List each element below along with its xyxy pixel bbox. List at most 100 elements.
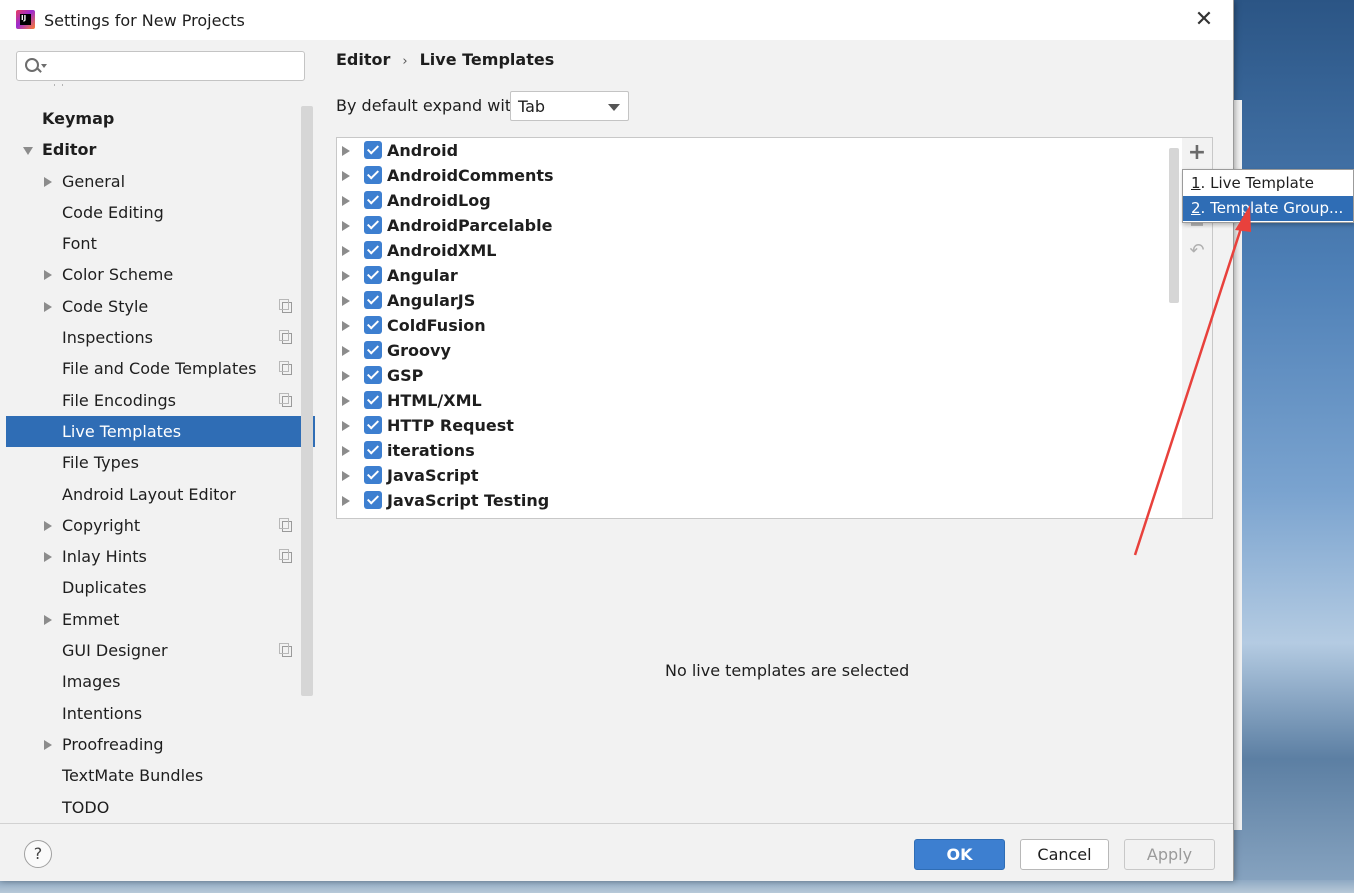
chevron-right-icon[interactable] — [44, 301, 52, 312]
chevron-right-icon[interactable] — [342, 421, 350, 431]
sidebar-item-textmate-bundles[interactable]: TextMate Bundles — [6, 760, 315, 791]
template-group-row[interactable]: Groovy — [337, 338, 1183, 363]
chevron-right-icon[interactable] — [342, 146, 350, 156]
chevron-right-icon[interactable] — [342, 321, 350, 331]
sidebar-item-label: Keymap — [42, 109, 115, 128]
chevron-right-icon[interactable] — [342, 271, 350, 281]
sidebar-item-images[interactable]: Images — [6, 666, 315, 697]
group-name: Android — [387, 141, 459, 160]
chevron-right-icon[interactable] — [44, 614, 52, 625]
template-group-row[interactable]: JavaScript — [337, 463, 1183, 488]
sidebar-item-code-editing[interactable]: Code Editing — [6, 197, 315, 228]
template-group-row[interactable]: ColdFusion — [337, 313, 1183, 338]
menu-item-live-template[interactable]: 1. Live Template — [1183, 171, 1353, 196]
sidebar-item-keymap[interactable]: Keymap — [6, 103, 315, 134]
group-checkbox[interactable] — [364, 141, 382, 159]
chevron-right-icon[interactable] — [342, 396, 350, 406]
group-checkbox[interactable] — [364, 241, 382, 259]
template-group-row[interactable]: Android — [337, 138, 1183, 163]
chevron-down-icon[interactable] — [23, 147, 33, 156]
cancel-button[interactable]: Cancel — [1020, 839, 1109, 870]
list-scrollbar[interactable] — [1169, 148, 1179, 303]
group-checkbox[interactable] — [364, 291, 382, 309]
group-checkbox[interactable] — [364, 341, 382, 359]
dialog-footer: ? OK Cancel Apply — [0, 823, 1233, 881]
chevron-right-icon[interactable] — [342, 196, 350, 206]
group-name: AndroidComments — [387, 166, 554, 185]
group-checkbox[interactable] — [364, 466, 382, 484]
chevron-right-icon[interactable] — [342, 371, 350, 381]
sidebar-item-code-style[interactable]: Code Style — [6, 291, 315, 322]
template-group-row[interactable]: AndroidLog — [337, 188, 1183, 213]
template-group-row[interactable]: AngularJS — [337, 288, 1183, 313]
group-checkbox[interactable] — [364, 166, 382, 184]
chevron-right-icon[interactable] — [44, 739, 52, 750]
chevron-right-icon[interactable] — [342, 446, 350, 456]
sidebar-item-editor[interactable]: Editor — [6, 134, 315, 165]
chevron-right-icon[interactable] — [342, 471, 350, 481]
template-group-row[interactable]: AndroidComments — [337, 163, 1183, 188]
sidebar-item-font[interactable]: Font — [6, 228, 315, 259]
sidebar-item-intentions[interactable]: Intentions — [6, 698, 315, 729]
project-scope-icon — [279, 392, 292, 407]
chevron-right-icon[interactable] — [44, 552, 52, 563]
search-input[interactable] — [16, 51, 305, 81]
chevron-right-icon[interactable] — [44, 176, 52, 187]
template-group-row[interactable]: AndroidParcelable — [337, 213, 1183, 238]
chevron-right-icon[interactable] — [342, 496, 350, 506]
menu-item-template-group[interactable]: 2. Template Group... — [1183, 196, 1353, 221]
group-name: HTTP Request — [387, 416, 514, 435]
sidebar-item-file-types[interactable]: File Types — [6, 447, 315, 478]
menu-item-label: . Live Template — [1200, 174, 1314, 192]
chevron-right-icon[interactable] — [342, 171, 350, 181]
apply-button[interactable]: Apply — [1124, 839, 1215, 870]
group-checkbox[interactable] — [364, 441, 382, 459]
close-icon[interactable]: ✕ — [1193, 9, 1215, 31]
template-group-row[interactable]: HTTP Request — [337, 413, 1183, 438]
group-checkbox[interactable] — [364, 491, 382, 509]
chevron-right-icon[interactable] — [44, 520, 52, 531]
sidebar-item-color-scheme[interactable]: Color Scheme — [6, 259, 315, 290]
expand-with-select[interactable]: Tab — [510, 91, 629, 121]
group-checkbox[interactable] — [364, 416, 382, 434]
sidebar-item-duplicates[interactable]: Duplicates — [6, 572, 315, 603]
template-group-row[interactable]: JavaScript Testing — [337, 488, 1183, 513]
sidebar-item-gui-designer[interactable]: GUI Designer — [6, 635, 315, 666]
sidebar-item-copyright[interactable]: Copyright — [6, 510, 315, 541]
template-group-row[interactable]: AndroidXML — [337, 238, 1183, 263]
group-name: AndroidParcelable — [387, 216, 553, 235]
template-group-row[interactable]: HTML/XML — [337, 388, 1183, 413]
sidebar-item-file-and-code-templates[interactable]: File and Code Templates — [6, 353, 315, 384]
sidebar-item-todo[interactable]: TODO — [6, 792, 315, 823]
undo-icon[interactable]: ↶ — [1187, 241, 1207, 261]
chevron-right-icon[interactable] — [342, 246, 350, 256]
sidebar-item-inspections[interactable]: Inspections — [6, 322, 315, 353]
search-history-dropdown-icon[interactable] — [41, 64, 47, 68]
chevron-right-icon[interactable] — [44, 270, 52, 281]
group-checkbox[interactable] — [364, 366, 382, 384]
group-checkbox[interactable] — [364, 266, 382, 284]
sidebar-item-inlay-hints[interactable]: Inlay Hints — [6, 541, 315, 572]
sidebar-item-general[interactable]: General — [6, 166, 315, 197]
chevron-right-icon[interactable] — [342, 296, 350, 306]
sidebar-item-emmet[interactable]: Emmet — [6, 604, 315, 635]
group-checkbox[interactable] — [364, 391, 382, 409]
help-icon[interactable]: ? — [24, 840, 52, 868]
sidebar-scrollbar[interactable] — [301, 106, 313, 696]
template-group-row[interactable]: Angular — [337, 263, 1183, 288]
sidebar-item-label: Inspections — [62, 328, 153, 348]
sidebar-item-file-encodings[interactable]: File Encodings — [6, 385, 315, 416]
ok-button[interactable]: OK — [914, 839, 1005, 870]
sidebar-item-proofreading[interactable]: Proofreading — [6, 729, 315, 760]
sidebar-item-live-templates[interactable]: Live Templates — [6, 415, 315, 448]
template-group-row[interactable]: GSP — [337, 363, 1183, 388]
group-checkbox[interactable] — [364, 216, 382, 234]
add-icon[interactable]: + — [1186, 142, 1208, 164]
group-checkbox[interactable] — [364, 316, 382, 334]
breadcrumb-parent[interactable]: Editor — [336, 50, 390, 69]
group-checkbox[interactable] — [364, 191, 382, 209]
sidebar-item-android-layout-editor[interactable]: Android Layout Editor — [6, 479, 315, 510]
template-group-row[interactable]: iterations — [337, 438, 1183, 463]
chevron-right-icon[interactable] — [342, 346, 350, 356]
chevron-right-icon[interactable] — [342, 221, 350, 231]
